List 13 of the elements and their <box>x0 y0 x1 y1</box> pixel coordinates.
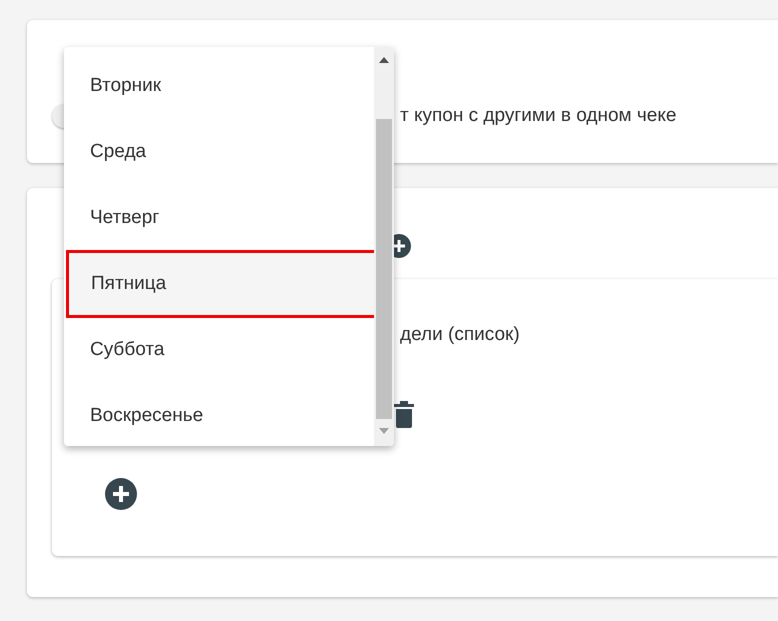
add-icon[interactable] <box>105 478 137 510</box>
dropdown-item[interactable]: Четверг <box>64 185 374 251</box>
dropdown-item[interactable]: Воскресенье <box>64 383 374 446</box>
dropdown-item[interactable]: Вторник <box>64 53 374 119</box>
scroll-up-icon[interactable] <box>379 57 389 63</box>
field-label: дели (список) <box>400 323 520 347</box>
dropdown-item[interactable]: Суббота <box>64 317 374 383</box>
dropdown-item[interactable]: Пятница <box>67 251 377 317</box>
scrollbar[interactable] <box>374 47 394 446</box>
scrollbar-thumb[interactable] <box>376 119 392 419</box>
dropdown-item[interactable]: Среда <box>64 119 374 185</box>
toggle-label: т купон с другими в одном чеке <box>400 104 676 128</box>
trash-icon[interactable] <box>394 400 414 428</box>
